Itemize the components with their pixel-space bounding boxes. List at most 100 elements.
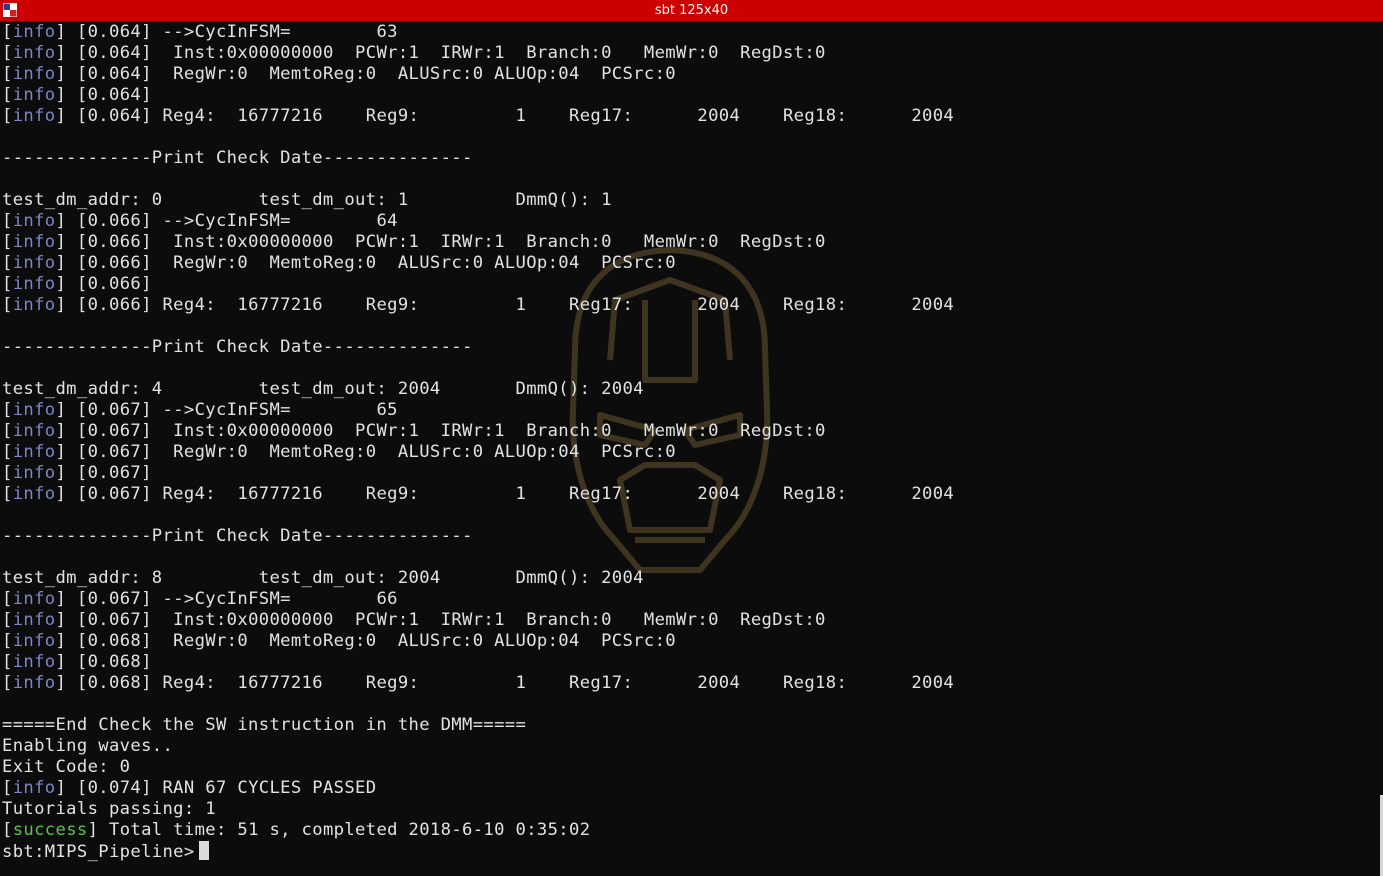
terminal-line-text: test_dm_addr: 8 test_dm_out: 2004 DmmQ()… bbox=[2, 568, 644, 588]
terminal-line: [info] [0.064] Reg4: 16777216 Reg9: 1 Re… bbox=[2, 106, 955, 126]
info-log-tag: info bbox=[12, 589, 56, 609]
terminal-line-text: [0.067] -->CycInFSM= 65 bbox=[66, 400, 398, 420]
terminal-line-text: [0.066] Reg4: 16777216 Reg9: 1 Reg17: 20… bbox=[66, 295, 955, 315]
terminal-line: [info] [0.068] bbox=[2, 652, 152, 672]
terminal-line: [info] [0.066] Inst:0x00000000 PCWr:1 IR… bbox=[2, 232, 826, 252]
terminal-line: [success] Total time: 51 s, completed 20… bbox=[2, 820, 591, 840]
terminal-line-text: [0.068] RegWr:0 MemtoReg:0 ALUSrc:0 ALUO… bbox=[66, 631, 676, 651]
window-titlebar[interactable]: sbt 125x40 bbox=[0, 0, 1383, 21]
terminal-line-text: [0.074] RAN 67 CYCLES PASSED bbox=[66, 778, 377, 798]
terminal-line-text: [0.064] Reg4: 16777216 Reg9: 1 Reg17: 20… bbox=[66, 106, 955, 126]
terminal-line: --------------Print Check Date----------… bbox=[2, 337, 1372, 358]
terminal-line-text: test_dm_addr: 4 test_dm_out: 2004 DmmQ()… bbox=[2, 379, 644, 399]
info-log-tag: info bbox=[12, 64, 56, 84]
terminal-line: [info] [0.064] -->CycInFSM= 63 bbox=[2, 22, 398, 42]
app-grid-icon[interactable] bbox=[3, 3, 17, 17]
terminal-line: [info] [0.066] bbox=[2, 274, 152, 294]
terminal-line: [info] [0.066] -->CycInFSM= 64 bbox=[2, 211, 398, 231]
terminal-line: [info] [0.067] Reg4: 16777216 Reg9: 1 Re… bbox=[2, 484, 955, 504]
terminal-line: [info] [0.067] RegWr:0 MemtoReg:0 ALUSrc… bbox=[2, 442, 676, 462]
info-log-tag: info bbox=[12, 652, 56, 672]
terminal-line-text: --------------Print Check Date----------… bbox=[2, 337, 473, 357]
terminal-line: [info] [0.066] Reg4: 16777216 Reg9: 1 Re… bbox=[2, 295, 955, 315]
info-log-tag: info bbox=[12, 631, 56, 651]
terminal-line-text: Total time: 51 s, completed 2018-6-10 0:… bbox=[98, 820, 591, 840]
terminal-line: [info] [0.064] RegWr:0 MemtoReg:0 ALUSrc… bbox=[2, 64, 676, 84]
text-cursor bbox=[198, 841, 209, 860]
terminal-line: --------------Print Check Date----------… bbox=[2, 148, 1372, 169]
terminal-line-text: [0.067] -->CycInFSM= 66 bbox=[66, 589, 398, 609]
terminal-line-text: [0.064] RegWr:0 MemtoReg:0 ALUSrc:0 ALUO… bbox=[66, 64, 676, 84]
terminal-line-text: --------------Print Check Date----------… bbox=[2, 526, 473, 546]
info-log-tag: info bbox=[12, 442, 56, 462]
terminal-line: Tutorials passing: 1 bbox=[2, 799, 1372, 820]
terminal-line: Exit Code: 0 bbox=[2, 757, 1372, 778]
terminal-line-text: Tutorials passing: 1 bbox=[2, 799, 216, 819]
terminal-line: [info] [0.074] RAN 67 CYCLES PASSED bbox=[2, 778, 377, 798]
terminal-line-text: [0.066] bbox=[66, 274, 152, 294]
terminal-line: [info] [0.066] RegWr:0 MemtoReg:0 ALUSrc… bbox=[2, 253, 676, 273]
prompt-line[interactable]: sbt:MIPS_Pipeline> bbox=[2, 841, 1372, 862]
info-log-tag: info bbox=[12, 106, 56, 126]
terminal-line-text: Enabling waves.. bbox=[2, 736, 174, 756]
terminal-output[interactable]: [info] [0.064] -->CycInFSM= 63 [info] [0.… bbox=[2, 22, 1372, 862]
info-log-tag: info bbox=[12, 274, 56, 294]
window-title: sbt 125x40 bbox=[654, 3, 729, 18]
terminal-line: [info] [0.068] Reg4: 16777216 Reg9: 1 Re… bbox=[2, 673, 955, 693]
terminal-line: [info] [0.068] RegWr:0 MemtoReg:0 ALUSrc… bbox=[2, 631, 676, 651]
terminal-line: test_dm_addr: 0 test_dm_out: 1 DmmQ(): 1 bbox=[2, 190, 1372, 211]
terminal-line-text: --------------Print Check Date----------… bbox=[2, 148, 473, 168]
terminal-line: test_dm_addr: 4 test_dm_out: 2004 DmmQ()… bbox=[2, 379, 1372, 400]
terminal-line: test_dm_addr: 8 test_dm_out: 2004 DmmQ()… bbox=[2, 568, 1372, 589]
terminal-line-text: [0.067] RegWr:0 MemtoReg:0 ALUSrc:0 ALUO… bbox=[66, 442, 676, 462]
terminal-line-text: Exit Code: 0 bbox=[2, 757, 131, 777]
terminal-line-text: =====End Check the SW instruction in the… bbox=[2, 715, 527, 735]
info-log-tag: info bbox=[12, 421, 56, 441]
terminal-line-text: [0.066] -->CycInFSM= 64 bbox=[66, 211, 398, 231]
terminal-line: [info] [0.067] Inst:0x00000000 PCWr:1 IR… bbox=[2, 421, 826, 441]
terminal-line: [info] [0.067] -->CycInFSM= 65 bbox=[2, 400, 398, 420]
terminal-line-text: [0.064] Inst:0x00000000 PCWr:1 IRWr:1 Br… bbox=[66, 43, 826, 63]
terminal-line-text: [0.067] Inst:0x00000000 PCWr:1 IRWr:1 Br… bbox=[66, 610, 826, 630]
terminal-line: [info] [0.067] Inst:0x00000000 PCWr:1 IR… bbox=[2, 610, 826, 630]
terminal-line-text: [0.067] bbox=[66, 463, 152, 483]
info-log-tag: info bbox=[12, 778, 56, 798]
info-log-tag: info bbox=[12, 85, 56, 105]
terminal-line-text: test_dm_addr: 0 test_dm_out: 1 DmmQ(): 1 bbox=[2, 190, 612, 210]
terminal-line: [info] [0.067] bbox=[2, 463, 152, 483]
terminal-line: --------------Print Check Date----------… bbox=[2, 526, 1372, 547]
shell-prompt: sbt:MIPS_Pipeline> bbox=[2, 842, 195, 862]
terminal-line-text: [0.066] Inst:0x00000000 PCWr:1 IRWr:1 Br… bbox=[66, 232, 826, 252]
info-log-tag: info bbox=[12, 22, 56, 42]
terminal-line-text: [0.064] bbox=[66, 85, 152, 105]
info-log-tag: info bbox=[12, 610, 56, 630]
info-log-tag: info bbox=[12, 400, 56, 420]
success-log-tag: success bbox=[12, 820, 88, 840]
info-log-tag: info bbox=[12, 295, 56, 315]
info-log-tag: info bbox=[12, 43, 56, 63]
info-log-tag: info bbox=[12, 211, 56, 231]
terminal-line-text: [0.067] Reg4: 16777216 Reg9: 1 Reg17: 20… bbox=[66, 484, 955, 504]
info-log-tag: info bbox=[12, 484, 56, 504]
terminal-line-text: [0.066] RegWr:0 MemtoReg:0 ALUSrc:0 ALUO… bbox=[66, 253, 676, 273]
terminal-line-text: [0.067] Inst:0x00000000 PCWr:1 IRWr:1 Br… bbox=[66, 421, 826, 441]
terminal-line-text: [0.068] Reg4: 16777216 Reg9: 1 Reg17: 20… bbox=[66, 673, 955, 693]
terminal-line: [info] [0.064] bbox=[2, 85, 152, 105]
terminal-line-text: [0.068] bbox=[66, 652, 152, 672]
info-log-tag: info bbox=[12, 673, 56, 693]
terminal-line: Enabling waves.. bbox=[2, 736, 1372, 757]
info-log-tag: info bbox=[12, 232, 56, 252]
info-log-tag: info bbox=[12, 253, 56, 273]
terminal-line-text: [0.064] -->CycInFSM= 63 bbox=[66, 22, 398, 42]
terminal-line: =====End Check the SW instruction in the… bbox=[2, 715, 1372, 736]
terminal-line: [info] [0.067] -->CycInFSM= 66 bbox=[2, 589, 398, 609]
info-log-tag: info bbox=[12, 463, 56, 483]
terminal-line: [info] [0.064] Inst:0x00000000 PCWr:1 IR… bbox=[2, 43, 826, 63]
